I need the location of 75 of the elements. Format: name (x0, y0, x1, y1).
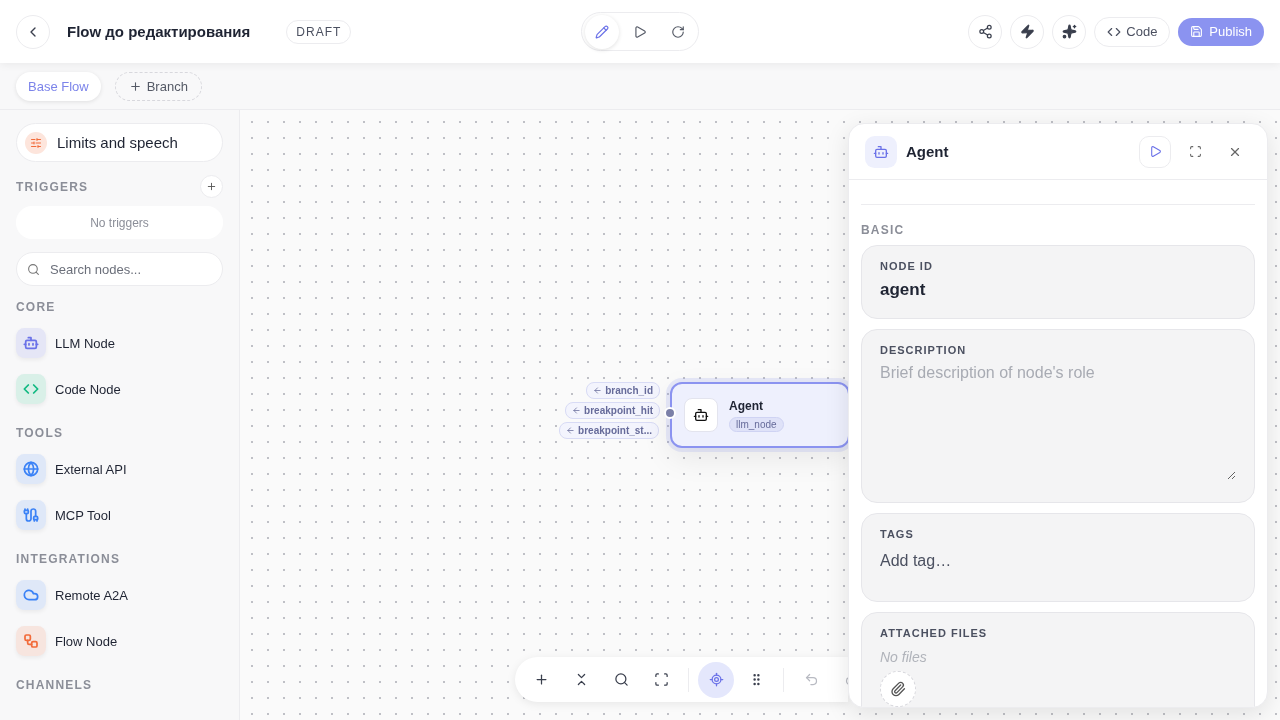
edit-mode-button[interactable] (585, 14, 619, 49)
arrow-left-icon (593, 386, 603, 395)
plus-icon (206, 181, 217, 192)
play-icon (633, 24, 647, 39)
field-label: TAGS (880, 528, 915, 540)
section-title: TOOLS (16, 426, 65, 440)
robot-icon (684, 398, 718, 432)
field-label: NODE ID (880, 260, 934, 272)
arrow-left-icon (572, 406, 582, 415)
port-name: breakpoint_st... (578, 423, 652, 438)
sliders-icon (25, 131, 47, 154)
item-label: Remote A2A (55, 587, 128, 603)
sparkle-button[interactable] (1052, 14, 1087, 49)
node-palette-item[interactable]: Remote A2A (16, 572, 223, 618)
share-button[interactable] (968, 14, 1003, 49)
section-title: INTEGRATIONS (16, 552, 122, 566)
refresh-icon (671, 24, 685, 39)
item-label: LLM Node (55, 335, 115, 351)
plus-icon (128, 79, 142, 93)
arrow-left-icon (566, 426, 576, 435)
paperclip-icon (890, 681, 906, 697)
node-palette-item[interactable]: Code Node (16, 366, 223, 412)
node-title: Agent (729, 398, 764, 413)
save-icon (1190, 25, 1204, 38)
lightning-icon (1019, 24, 1035, 39)
node-palette-item[interactable]: LLM Node (16, 320, 223, 366)
play-icon (1148, 145, 1162, 158)
sparkle-icon (1061, 24, 1077, 39)
node-id-value: agent (880, 280, 927, 300)
node-type-tag: llm_node (729, 416, 784, 432)
tag-input[interactable]: Add tag… (880, 552, 1236, 570)
attach-button[interactable] (880, 671, 916, 707)
section-title: BASIC (861, 223, 906, 237)
target-icon (708, 672, 724, 687)
item-label: MCP Tool (55, 507, 111, 523)
flow-title: Flow до редактирования (67, 23, 251, 40)
description-input[interactable]: Brief description of node's role (880, 364, 1236, 480)
search-icon (27, 262, 40, 276)
item-label: Flow Node (55, 633, 118, 649)
robot-icon (865, 135, 897, 168)
node-palette-item[interactable]: MCP Tool (16, 492, 223, 538)
expand-icon (1188, 145, 1202, 158)
item-label: External API (55, 461, 127, 477)
search-field[interactable]: Search nodes... (16, 252, 223, 286)
section-title: CHANNELS (16, 678, 94, 692)
port-name: branch_id (605, 383, 653, 398)
node-palette-item[interactable]: Flow Node (16, 618, 223, 664)
lightning-button[interactable] (1010, 14, 1045, 49)
section-title: TRIGGERS (16, 179, 89, 194)
field-label: DESCRIPTION (880, 344, 968, 356)
pencil-icon (595, 24, 609, 39)
input-port[interactable] (664, 407, 676, 419)
agent-node[interactable]: Agent llm_node (670, 382, 850, 448)
node-palette-item[interactable]: External API (16, 446, 223, 492)
add-icon (533, 672, 549, 687)
search-input[interactable]: Search nodes... (48, 260, 208, 278)
target-button[interactable] (698, 661, 734, 698)
run-button[interactable] (1139, 135, 1171, 168)
search-icon (613, 672, 629, 687)
back-button[interactable] (16, 14, 50, 49)
share-icon (977, 24, 993, 39)
limits-button[interactable]: Limits and speech (16, 123, 223, 162)
section-title: CORE (16, 300, 57, 314)
fit-view-icon (653, 672, 669, 687)
empty-files-text: No files (880, 649, 928, 665)
undo-icon (803, 672, 819, 687)
panel-title: Agent (906, 143, 949, 160)
description-field[interactable]: DESCRIPTION Brief description of node's role (861, 329, 1255, 503)
tags-field[interactable]: TAGS Add tag… (861, 513, 1255, 602)
field-label: ATTACHED FILES (880, 627, 989, 639)
code-button[interactable]: Code (1094, 16, 1171, 47)
empty-triggers-text: No triggers (16, 206, 223, 239)
add-trigger-button[interactable] (200, 175, 223, 198)
item-label: Code Node (55, 381, 121, 397)
port-name: breakpoint_hit (584, 403, 653, 418)
